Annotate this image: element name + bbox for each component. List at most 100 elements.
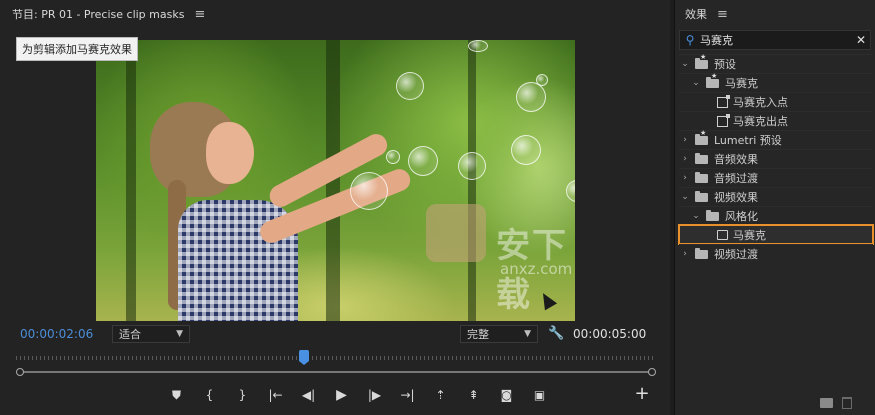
- button-editor-plus-icon[interactable]: +: [633, 384, 651, 404]
- girl-face: [206, 122, 254, 184]
- bubble: [516, 82, 546, 112]
- effects-panel-header: 效果 ≡: [675, 0, 875, 28]
- go-to-in-button[interactable]: |←: [259, 384, 292, 406]
- effects-tree-label: Lumetri 预设: [714, 134, 782, 147]
- extract-button[interactable]: ⇞: [457, 384, 490, 406]
- chevron-down-icon: ▼: [524, 329, 531, 339]
- effects-tree-label: 视频效果: [714, 191, 758, 204]
- effects-tree-label: 马赛克出点: [733, 115, 788, 128]
- chevron-down-icon[interactable]: ⌄: [690, 78, 702, 88]
- scroll-handle-left[interactable]: [16, 368, 24, 376]
- folder-icon: [706, 209, 719, 221]
- fit-zoom-select[interactable]: 适合 ▼: [112, 325, 190, 343]
- folder-icon: [695, 190, 708, 202]
- effects-tree-item[interactable]: ⌄ 风格化: [679, 206, 873, 225]
- compare-view-button[interactable]: ▣: [523, 384, 556, 406]
- effects-tree-item[interactable]: 马赛克出点: [679, 111, 873, 130]
- preset-icon: [717, 94, 730, 108]
- program-panel-header: 节目: PR 01 - Precise clip masks ≡: [0, 0, 670, 28]
- effects-tree-item[interactable]: › 音频过渡: [679, 168, 873, 187]
- chevron-right-icon[interactable]: ›: [679, 135, 691, 145]
- clear-search-icon[interactable]: ✕: [852, 33, 870, 47]
- scroll-track[interactable]: [22, 371, 650, 373]
- step-back-button[interactable]: ◀|: [292, 384, 325, 406]
- watermark-url: anxz.com: [500, 260, 573, 278]
- chevron-down-icon[interactable]: ⌄: [679, 192, 691, 202]
- scroll-handle-right[interactable]: [648, 368, 656, 376]
- effects-tree-label: 视频过渡: [714, 248, 758, 261]
- mark-in-button[interactable]: {: [193, 384, 226, 406]
- bubble: [511, 135, 541, 165]
- preset-folder-icon: [706, 72, 719, 88]
- mark-out-button[interactable]: }: [226, 384, 259, 406]
- preset-folder-icon: [695, 129, 708, 145]
- effects-tree-label: 马赛克: [725, 77, 758, 90]
- bubble: [458, 152, 486, 180]
- effects-tree-label: 风格化: [725, 210, 758, 223]
- background-tree: [468, 40, 476, 321]
- effects-tree-item[interactable]: ⌄ 马赛克: [679, 72, 873, 92]
- bubble: [396, 72, 424, 100]
- chevron-right-icon[interactable]: ›: [679, 249, 691, 259]
- effects-tree-item-selected[interactable]: 马赛克: [678, 224, 874, 245]
- zoom-scroll-bar[interactable]: [16, 368, 656, 376]
- program-monitor-panel: 节目: PR 01 - Precise clip masks ≡ 为剪辑添加马赛…: [0, 0, 670, 415]
- effects-tree-item[interactable]: 马赛克入点: [679, 92, 873, 111]
- playhead-handle[interactable]: [299, 350, 309, 365]
- bubble: [350, 172, 388, 210]
- resolution-value: 完整: [467, 328, 489, 341]
- effects-title[interactable]: 效果: [685, 6, 707, 22]
- trash-icon[interactable]: [842, 397, 852, 409]
- folder-icon: [695, 152, 708, 164]
- settings-wrench-icon[interactable]: 🔧: [548, 326, 564, 342]
- duration-timecode: 00:00:05:00: [573, 327, 647, 341]
- panel-menu-icon[interactable]: ≡: [717, 7, 728, 22]
- chevron-right-icon[interactable]: ›: [679, 154, 691, 164]
- effects-tree-item[interactable]: › 视频过渡: [679, 244, 873, 263]
- mosaic-region: [426, 204, 486, 262]
- folder-icon: [695, 247, 708, 259]
- video-preview[interactable]: 安下载 anxz.com: [96, 40, 575, 321]
- effects-tree-label: 音频效果: [714, 153, 758, 166]
- effects-tree: ⌄预设⌄马赛克马赛克入点马赛克出点›Lumetri 预设›音频效果›音频过渡⌄视…: [678, 53, 874, 263]
- export-frame-button[interactable]: ◙: [490, 384, 523, 406]
- go-to-out-button[interactable]: →|: [391, 384, 424, 406]
- chevron-down-icon[interactable]: ⌄: [679, 59, 691, 69]
- effects-tree-label: 马赛克入点: [733, 96, 788, 109]
- step-forward-button[interactable]: |▶: [358, 384, 391, 406]
- effects-search-box[interactable]: ⚲ 马赛克 ✕: [679, 30, 871, 50]
- chevron-down-icon[interactable]: ⌄: [690, 211, 702, 221]
- search-icon: ⚲: [685, 33, 695, 47]
- current-timecode[interactable]: 00:00:02:06: [20, 327, 93, 341]
- new-bin-icon[interactable]: [820, 398, 833, 408]
- bubble: [408, 146, 438, 176]
- effects-panel: 效果 ≡ ⚲ 马赛克 ✕ ⌄预设⌄马赛克马赛克入点马赛克出点›Lumetri 预…: [674, 0, 875, 415]
- effects-tree-item[interactable]: › 音频效果: [679, 149, 873, 168]
- panel-menu-icon[interactable]: ≡: [194, 7, 205, 22]
- bubble: [468, 40, 488, 52]
- search-input[interactable]: 马赛克: [700, 32, 852, 48]
- effects-tree-label: 预设: [714, 58, 736, 71]
- background-tree: [126, 40, 136, 321]
- preset-icon: [717, 113, 730, 127]
- lift-button[interactable]: ⇡: [424, 384, 457, 406]
- transport-controls: ⛊{} |← ◀| ▶ |▶ →| ⇡ ⇞ ◙ ▣: [160, 384, 556, 406]
- preset-folder-icon: [695, 53, 708, 69]
- bubble: [566, 180, 575, 202]
- program-title[interactable]: 节目: PR 01 - Precise clip masks: [12, 6, 184, 22]
- video-effect-icon: [717, 230, 728, 240]
- effects-tree-label: 音频过渡: [714, 172, 758, 185]
- effects-tree-item[interactable]: ⌄ 预设: [679, 53, 873, 73]
- effects-tree-item[interactable]: › Lumetri 预设: [679, 129, 873, 149]
- chevron-down-icon: ▼: [176, 329, 183, 339]
- add-marker-button[interactable]: ⛊: [160, 384, 193, 406]
- bubble: [386, 150, 400, 164]
- playback-resolution-select[interactable]: 完整 ▼: [460, 325, 538, 343]
- play-button[interactable]: ▶: [325, 384, 358, 406]
- effects-tree-label: 马赛克: [733, 229, 766, 242]
- tooltip: 为剪辑添加马赛克效果: [16, 37, 138, 61]
- time-ruler[interactable]: [16, 352, 656, 360]
- chevron-right-icon[interactable]: ›: [679, 173, 691, 183]
- bubble: [536, 74, 548, 86]
- effects-tree-item[interactable]: ⌄ 视频效果: [679, 187, 873, 206]
